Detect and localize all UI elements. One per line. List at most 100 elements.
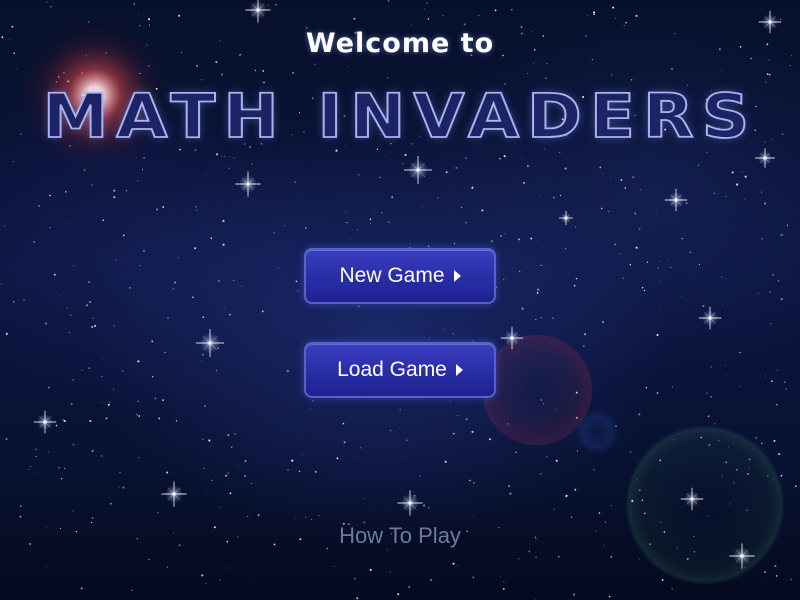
tiny-star	[527, 165, 529, 168]
tiny-star	[291, 459, 294, 462]
tiny-star	[72, 379, 74, 381]
tiny-star	[16, 68, 18, 70]
tiny-star	[195, 209, 198, 211]
tiny-star	[404, 153, 407, 157]
tiny-star	[575, 277, 578, 280]
new-game-button[interactable]: New Game	[304, 248, 496, 304]
tiny-star	[452, 332, 454, 335]
tiny-star	[314, 470, 317, 473]
tiny-star	[730, 162, 732, 164]
game-title-logo: MATH INVADERS	[42, 80, 758, 153]
tiny-star	[86, 304, 89, 307]
tiny-star	[586, 15, 589, 17]
tiny-star	[292, 71, 295, 74]
tiny-star	[780, 298, 783, 301]
tiny-star	[215, 61, 218, 64]
load-game-button[interactable]: Load Game	[304, 342, 496, 398]
tiny-star	[655, 212, 657, 214]
tiny-star	[786, 224, 788, 226]
tiny-star	[201, 574, 204, 577]
tiny-star	[406, 439, 408, 442]
tiny-star	[724, 278, 726, 279]
tiny-star	[612, 6, 615, 9]
tiny-star	[481, 209, 484, 212]
tiny-star	[457, 565, 459, 566]
tiny-star	[48, 386, 50, 389]
tiny-star	[471, 430, 474, 433]
tiny-star	[523, 182, 525, 184]
tiny-star	[151, 340, 154, 343]
tiny-star	[499, 157, 501, 160]
tiny-star	[510, 8, 513, 11]
tiny-star	[478, 14, 480, 17]
tiny-star	[81, 369, 83, 372]
tiny-star	[58, 466, 60, 469]
tiny-star	[310, 408, 312, 410]
tiny-star	[94, 325, 96, 327]
tiny-star	[46, 1, 48, 3]
tiny-star	[661, 579, 664, 581]
tiny-star	[205, 582, 207, 585]
tiny-star	[465, 157, 467, 159]
tiny-star	[105, 417, 108, 420]
tiny-star	[624, 187, 626, 189]
tiny-star	[629, 263, 632, 266]
tiny-star	[66, 222, 68, 224]
tiny-star	[423, 336, 425, 338]
tiny-star	[778, 453, 781, 456]
tiny-star	[763, 202, 767, 205]
tiny-star	[386, 549, 388, 551]
tiny-star	[685, 202, 688, 204]
tiny-star	[28, 469, 30, 470]
tiny-star	[34, 448, 37, 451]
tiny-star	[444, 460, 447, 463]
tiny-star	[509, 492, 512, 495]
tiny-star	[347, 66, 349, 68]
tiny-star	[611, 74, 613, 76]
tiny-star	[336, 457, 339, 460]
tiny-star	[215, 369, 218, 372]
tiny-star	[488, 438, 491, 441]
tiny-star	[156, 208, 159, 211]
tiny-star	[88, 367, 91, 369]
tiny-star	[744, 198, 746, 200]
tiny-star	[639, 189, 642, 191]
how-to-play-link[interactable]: How To Play	[0, 523, 800, 549]
tiny-star	[710, 396, 712, 398]
tiny-star	[713, 192, 716, 195]
tiny-star	[80, 587, 83, 590]
tiny-star	[584, 333, 587, 336]
tiny-star	[503, 155, 506, 158]
tiny-star	[220, 506, 222, 508]
tiny-star	[537, 288, 540, 291]
tiny-star	[776, 369, 778, 371]
tiny-star	[542, 246, 544, 248]
tiny-star	[387, 77, 389, 79]
tiny-star	[164, 351, 166, 354]
tiny-star	[540, 264, 542, 267]
tiny-star	[148, 18, 151, 21]
sparkle-star	[245, 0, 271, 23]
tiny-star	[286, 370, 289, 373]
tiny-star	[697, 164, 700, 166]
tiny-star	[244, 460, 247, 462]
tiny-star	[535, 318, 537, 321]
tiny-star	[582, 345, 585, 347]
tiny-star	[666, 259, 668, 261]
tiny-star	[503, 278, 505, 280]
tiny-star	[657, 267, 660, 269]
tiny-star	[122, 486, 125, 489]
tiny-star	[563, 195, 565, 197]
tiny-star	[552, 317, 554, 319]
tiny-star	[35, 456, 37, 458]
tiny-star	[137, 180, 139, 182]
tiny-star	[138, 415, 141, 417]
tiny-star	[113, 189, 116, 192]
tiny-star	[229, 492, 232, 495]
tiny-star	[64, 467, 66, 469]
tiny-star	[765, 375, 766, 377]
tiny-star	[772, 274, 775, 276]
tiny-star	[610, 177, 612, 178]
tiny-star	[385, 156, 387, 157]
tiny-star	[143, 157, 145, 159]
